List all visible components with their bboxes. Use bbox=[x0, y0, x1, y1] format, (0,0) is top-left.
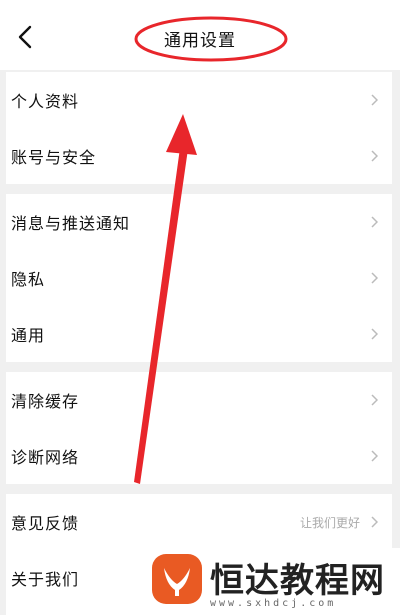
row-label: 意见反馈 bbox=[11, 514, 80, 533]
settings-row-notifications[interactable]: 消息与推送通知 bbox=[6, 194, 392, 250]
row-label: 关于我们 bbox=[11, 570, 80, 589]
row-label: 个人资料 bbox=[11, 92, 80, 111]
watermark-brand: 恒达教程网 bbox=[210, 561, 385, 601]
settings-row-privacy[interactable]: 隐私 bbox=[6, 250, 392, 306]
settings-row-clear-cache[interactable]: 清除缓存 bbox=[6, 372, 392, 428]
page-title: 通用设置 bbox=[164, 31, 236, 51]
settings-row-account-security[interactable]: 账号与安全 bbox=[6, 128, 392, 184]
row-label: 隐私 bbox=[11, 270, 46, 289]
chevron-right-icon bbox=[371, 516, 378, 528]
chevron-right-icon bbox=[371, 94, 378, 106]
settings-group-account: 个人资料 账号与安全 bbox=[6, 72, 392, 184]
row-label: 清除缓存 bbox=[11, 392, 80, 411]
chevron-right-icon bbox=[371, 150, 378, 162]
row-hint: 让我们更好 bbox=[299, 515, 360, 530]
settings-row-profile[interactable]: 个人资料 bbox=[6, 72, 392, 128]
watermark-url: www.sxhdcj.com bbox=[210, 598, 337, 609]
watermark-logo bbox=[152, 554, 202, 604]
settings-group-storage: 清除缓存 诊断网络 bbox=[6, 372, 392, 484]
row-label: 账号与安全 bbox=[11, 148, 97, 167]
settings-row-feedback[interactable]: 意见反馈 让我们更好 bbox=[6, 494, 392, 550]
chevron-right-icon bbox=[371, 328, 378, 340]
whale-tail-icon bbox=[164, 568, 190, 596]
top-bar: 通用设置 bbox=[0, 0, 400, 70]
watermark: 恒达教程网 www.sxhdcj.com bbox=[146, 548, 400, 615]
settings-row-general[interactable]: 通用 bbox=[6, 306, 392, 362]
settings-page: 通用设置 个人资料 账号与安全 消息与推送通知 隐私 通用 清除缓存 诊断网络 … bbox=[0, 0, 400, 615]
chevron-right-icon bbox=[371, 394, 378, 406]
row-label: 消息与推送通知 bbox=[11, 214, 131, 233]
chevron-right-icon bbox=[371, 216, 378, 228]
row-label: 通用 bbox=[11, 326, 46, 345]
settings-row-network-diagnosis[interactable]: 诊断网络 bbox=[6, 428, 392, 484]
row-label: 诊断网络 bbox=[11, 448, 80, 467]
chevron-right-icon bbox=[371, 450, 378, 462]
chevron-right-icon bbox=[371, 272, 378, 284]
settings-group-general: 消息与推送通知 隐私 通用 bbox=[6, 194, 392, 362]
